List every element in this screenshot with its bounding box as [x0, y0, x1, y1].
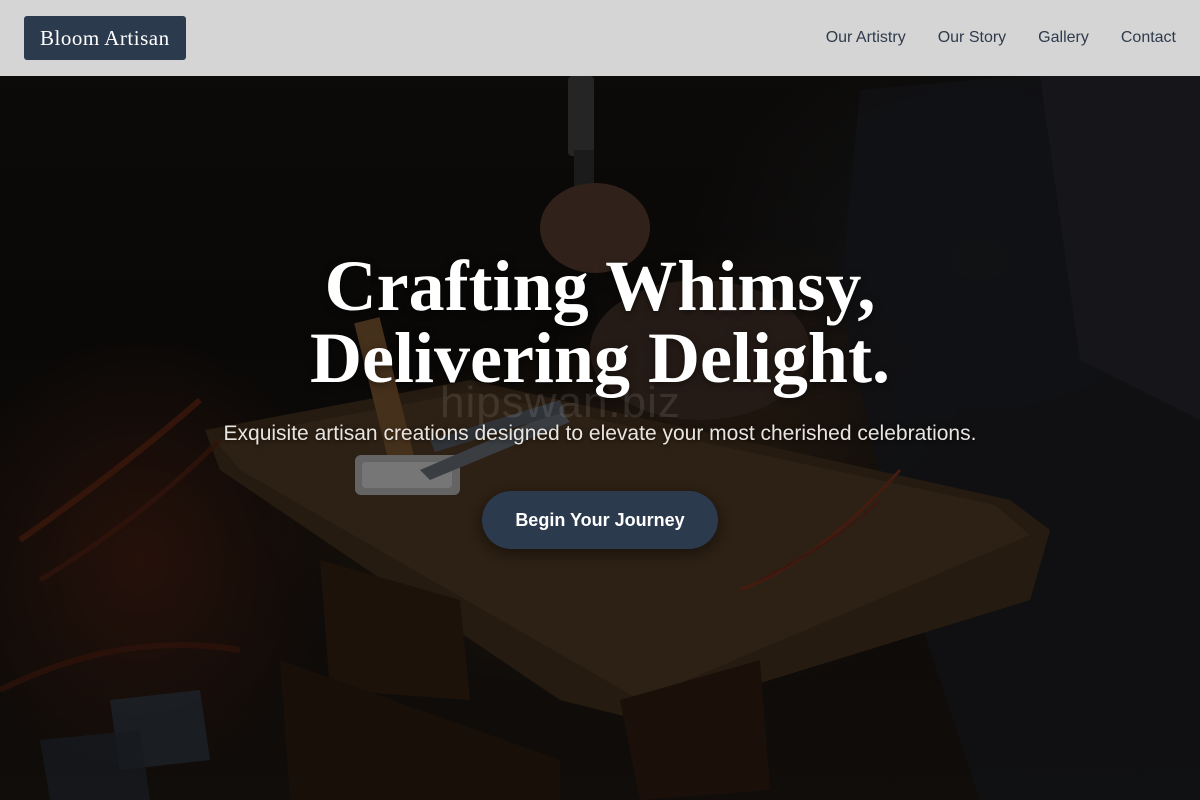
main-nav: Our Artistry Our Story Gallery Contact: [826, 29, 1176, 47]
brand-logo[interactable]: Bloom Artisan: [24, 16, 186, 60]
hero-headline: Crafting Whimsy, Delivering Delight.: [0, 250, 1200, 394]
hero-headline-line2: Delivering Delight.: [310, 318, 890, 398]
nav-link-contact[interactable]: Contact: [1121, 29, 1176, 47]
begin-journey-button[interactable]: Begin Your Journey: [482, 491, 718, 549]
nav-link-our-artistry[interactable]: Our Artistry: [826, 29, 906, 47]
nav-link-our-story[interactable]: Our Story: [938, 29, 1006, 47]
hero-section: Crafting Whimsy, Delivering Delight. Exq…: [0, 0, 1200, 800]
nav-link-gallery[interactable]: Gallery: [1038, 29, 1089, 47]
hero-headline-line1: Crafting Whimsy,: [324, 246, 876, 326]
hero-subtitle: Exquisite artisan creations designed to …: [223, 422, 977, 445]
site-header: Bloom Artisan Our Artistry Our Story Gal…: [0, 0, 1200, 76]
